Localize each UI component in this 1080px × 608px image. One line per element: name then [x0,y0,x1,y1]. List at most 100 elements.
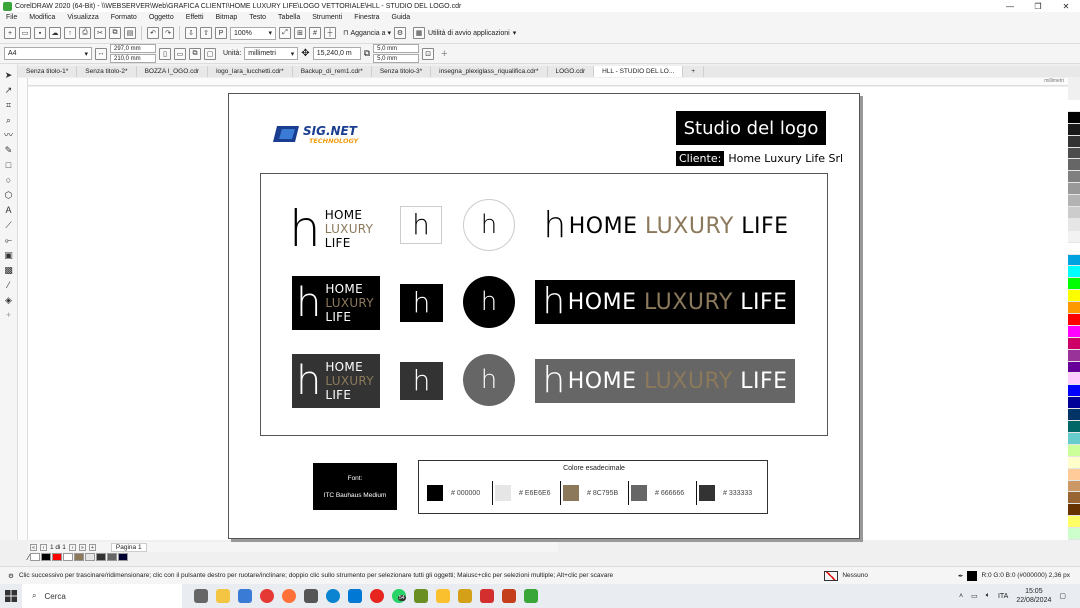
task-view-icon[interactable] [194,589,208,603]
drawing-canvas[interactable]: SIG.NET TECHNOLOGY Studio del logo Clien… [28,87,1068,540]
palette-swatch[interactable] [1068,111,1080,124]
tab-document[interactable]: insegna_plexiglass_riqualifica.cdr* [431,66,548,77]
color-swatch[interactable] [85,553,96,561]
menu-file[interactable]: File [0,14,23,21]
tab-document[interactable]: Senza titolo-1* [18,66,78,77]
menu-effetti[interactable]: Effetti [180,14,210,21]
crop-tool-icon[interactable]: ⌗ [3,100,14,111]
logo-variations-panel[interactable]: h HOME LUXURY LIFE h h h HOME LUXURY LIF… [260,173,828,436]
menu-guida[interactable]: Guida [386,14,417,21]
palette-swatch[interactable] [1068,504,1080,517]
logo-mark-circle-light[interactable]: h [463,199,515,251]
palette-swatch[interactable] [1068,432,1080,445]
drop-shadow-icon[interactable]: ▣ [3,250,14,261]
palette-swatch[interactable] [1068,361,1080,374]
calculator-icon[interactable] [304,589,318,603]
minimize-button[interactable]: — [996,2,1024,11]
tab-document[interactable]: BOZZA I_OGO.cdr [137,66,209,77]
zoom-tool-icon[interactable]: ⌕ [3,115,14,126]
palette-swatch[interactable] [1068,337,1080,350]
color-item[interactable]: # 000000 [425,481,493,505]
page-width-field[interactable]: 297,0 mm [110,44,156,53]
duplicate-x-field[interactable]: 5,0 mm [373,44,420,53]
color-swatch[interactable] [118,553,129,561]
page-height-field[interactable]: 210,0 mm [110,54,156,63]
menu-visualizza[interactable]: Visualizza [61,14,104,21]
menu-oggetto[interactable]: Oggetto [143,14,180,21]
no-color-swatch[interactable] [30,553,41,561]
palette-swatch[interactable] [1068,373,1080,386]
network-icon[interactable]: ▭ [971,592,978,600]
whatsapp-icon[interactable]: 54 [392,589,406,603]
app-launcher-dropdown[interactable]: ▦ Utilità di avvio applicazioni ▾ [413,27,516,39]
color-swatch[interactable] [52,553,63,561]
rulers-icon[interactable]: ⊞ [294,27,306,39]
logo-mark-square-dark[interactable]: h [400,362,443,400]
palette-swatch[interactable] [1068,314,1080,326]
palette-swatch[interactable] [1068,421,1080,433]
text-tool-icon[interactable]: A [3,205,14,216]
horizontal-ruler[interactable]: millimetri [28,78,1068,86]
palette-swatch[interactable] [1068,468,1080,481]
color-item[interactable]: # 8C795B [561,481,629,505]
color-swatch[interactable] [41,553,52,561]
palette-swatch[interactable] [1068,409,1080,422]
redo-icon[interactable]: ↷ [162,27,174,39]
logo-horizontal-light[interactable]: h HOME LUXURY LIFE [541,204,791,248]
palette-swatch[interactable] [1068,230,1080,243]
acrobat-icon[interactable] [480,589,494,603]
color-swatch[interactable] [107,553,118,561]
color-swatch[interactable] [63,553,74,561]
color-item[interactable]: # 666666 [629,481,697,505]
palette-swatch[interactable] [1068,444,1080,457]
logo-horizontal-black[interactable]: h HOME LUXURY LIFE [535,280,795,324]
palette-swatch[interactable] [1068,218,1080,231]
font-info-box[interactable]: Font: ITC Bauhaus Medium [313,463,397,510]
bleed-icon[interactable]: ⊡ [422,47,435,60]
tab-document[interactable]: Senza titolo-3* [372,66,432,77]
tab-document[interactable]: LOGO.cdr [548,66,595,77]
outline-indicator[interactable]: ✒ R:0 G:0 B:0 (#000000) 2,36 px [958,570,1070,581]
parallel-dimension-icon[interactable]: ⟋ [3,220,14,231]
artistic-media-icon[interactable]: ✎ [3,145,14,156]
powerpoint-icon[interactable] [502,589,516,603]
cloud-icon[interactable]: ☁ [49,27,61,39]
file-explorer-icon[interactable] [216,589,230,603]
logo-horizontal-grey[interactable]: h HOME LUXURY LIFE [535,359,795,403]
full-screen-icon[interactable]: ⤢ [279,27,291,39]
client-line[interactable]: Cliente: Home Luxury Life Srl [676,151,843,166]
next-page-button[interactable]: › [68,543,76,551]
palette-swatch[interactable] [1068,290,1080,303]
palette-swatch[interactable] [1068,456,1080,469]
add-icon[interactable]: + [441,48,447,60]
palette-swatch[interactable] [1068,207,1080,219]
add-page-button[interactable]: + [88,543,96,551]
duplicate-y-field[interactable]: 5,0 mm [373,54,420,63]
logo-mark-circle-black[interactable]: h [463,276,515,328]
chrome-icon[interactable] [260,589,274,603]
maximize-button[interactable]: ❐ [1024,2,1052,11]
clock[interactable]: 15:05 22/08/2024 [1016,587,1051,605]
upload-icon[interactable]: ↑ [64,27,76,39]
volume-icon[interactable]: 🔈︎ [986,592,990,600]
palette-swatch[interactable] [1068,278,1080,291]
document-page[interactable]: SIG.NET TECHNOLOGY Studio del logo Clien… [228,93,860,539]
rectangle-tool-icon[interactable]: □ [3,160,14,171]
palette-swatch[interactable] [1068,397,1080,410]
import-icon[interactable]: ⇩ [185,27,197,39]
signet-logo[interactable]: SIG.NET TECHNOLOGY [273,122,383,146]
page-size-select[interactable]: A4 ▾ [4,47,92,60]
add-tool-icon[interactable]: + [3,310,14,321]
menu-testo[interactable]: Testo [243,14,272,21]
export-icon[interactable]: ⇧ [200,27,212,39]
transparency-icon[interactable]: ▩ [3,265,14,276]
prev-page-button[interactable]: ‹ [40,543,47,551]
undo-icon[interactable]: ↶ [147,27,159,39]
sticky-notes-icon[interactable] [436,589,450,603]
palette-swatch[interactable] [1068,266,1080,279]
store-icon[interactable] [238,589,252,603]
color-item[interactable]: # 333333 [697,481,765,505]
color-item[interactable]: # E6E6E6 [493,481,561,505]
tab-document[interactable]: Backup_di_rem1.cdr* [293,66,372,77]
edge-icon[interactable] [326,589,340,603]
